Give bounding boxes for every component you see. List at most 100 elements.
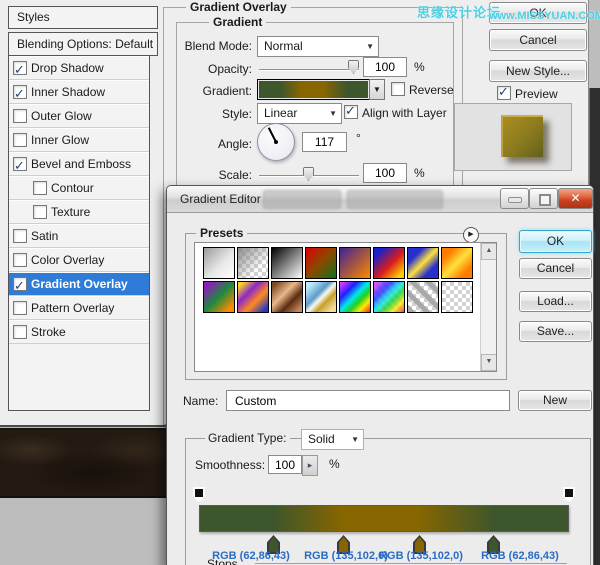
- gradient-preset-swatch[interactable]: [271, 281, 303, 313]
- gradient-type-dropdown[interactable]: Solid ▼: [301, 429, 364, 450]
- load-button[interactable]: Load...: [519, 291, 592, 312]
- spinner-arrow-icon: ▸: [307, 460, 313, 470]
- gradient-preset-swatch[interactable]: [203, 247, 235, 279]
- style-item-outer-glow[interactable]: Outer Glow: [9, 104, 149, 128]
- gradient-preset-swatch[interactable]: [203, 281, 235, 313]
- bevel-emboss-checkbox[interactable]: [13, 155, 27, 177]
- inner-glow-checkbox[interactable]: [13, 133, 27, 147]
- drop-shadow-checkbox[interactable]: [13, 59, 27, 81]
- contour-checkbox[interactable]: [33, 181, 47, 195]
- angle-dial[interactable]: [257, 123, 295, 161]
- opacity-stop-swatch: [565, 489, 573, 497]
- cancel-button[interactable]: Cancel: [489, 29, 587, 51]
- blend-mode-dropdown[interactable]: Normal ▼: [257, 36, 379, 57]
- minimize-button[interactable]: [500, 188, 529, 209]
- gradient-preset-swatch[interactable]: [407, 247, 439, 279]
- save-button[interactable]: Save...: [519, 321, 592, 342]
- gradient-swatch[interactable]: [257, 79, 370, 100]
- preview-checkbox[interactable]: [497, 84, 511, 100]
- opacity-stop-left[interactable]: [193, 487, 205, 503]
- smoothness-spinner-button[interactable]: ▸: [302, 455, 318, 476]
- maximize-button[interactable]: [529, 188, 558, 209]
- style-item-label: Drop Shadow: [31, 61, 104, 75]
- gradient-overlay-checkbox[interactable]: [13, 275, 27, 297]
- scale-input[interactable]: [363, 163, 407, 183]
- gradient-preset-swatch[interactable]: [441, 281, 473, 313]
- presets-listbox: ▲ ▼: [194, 242, 497, 372]
- opacity-stop-right[interactable]: [563, 487, 575, 503]
- blend-mode-label: Blend Mode:: [184, 39, 252, 53]
- align-with-layer-checkbox[interactable]: [344, 103, 358, 119]
- presets-menu-button[interactable]: ▶: [463, 227, 479, 243]
- new-style-button[interactable]: New Style...: [489, 60, 587, 82]
- blend-mode-value: Normal: [264, 39, 303, 53]
- blending-options-row[interactable]: Blending Options: Default: [8, 32, 158, 56]
- editor-cancel-button[interactable]: Cancel: [519, 258, 592, 279]
- style-item-bevel-emboss[interactable]: Bevel and Emboss: [9, 152, 149, 177]
- flyout-menu-icon: ▶: [468, 231, 474, 238]
- gradient-preset-swatch[interactable]: [339, 247, 371, 279]
- gradient-preset-swatch[interactable]: [237, 247, 269, 279]
- gradient-preset-swatch[interactable]: [373, 247, 405, 279]
- style-item-inner-glow[interactable]: Inner Glow: [9, 128, 149, 152]
- new-button[interactable]: New: [518, 390, 592, 411]
- maximize-icon: [539, 194, 551, 206]
- gradient-preset-swatch[interactable]: [237, 281, 269, 313]
- angle-input[interactable]: [302, 132, 347, 152]
- scroll-down-button[interactable]: ▼: [481, 354, 496, 371]
- blending-options-label: Blending Options: Default: [17, 37, 154, 51]
- editor-cancel-label: Cancel: [536, 261, 575, 275]
- gradient-editor-titlebar[interactable]: Gradient Editor ✕: [167, 186, 593, 213]
- gradient-preset-swatch[interactable]: [407, 281, 439, 313]
- gradient-preset-swatch[interactable]: [373, 281, 405, 313]
- smoothness-input[interactable]: [268, 455, 302, 474]
- gradient-editor-bar[interactable]: [199, 505, 569, 532]
- opacity-slider-track[interactable]: [259, 69, 359, 71]
- opacity-input[interactable]: [363, 57, 407, 77]
- satin-checkbox[interactable]: [13, 229, 27, 243]
- style-item-inner-shadow[interactable]: Inner Shadow: [9, 80, 149, 105]
- gradient-picker-arrow-button[interactable]: ▼: [369, 79, 385, 100]
- pattern-overlay-checkbox[interactable]: [13, 301, 27, 315]
- style-item-label: Contour: [51, 181, 94, 195]
- gradient-type-label: Gradient Type:: [205, 431, 290, 445]
- presets-scrollbar[interactable]: ▲ ▼: [480, 243, 496, 371]
- stroke-checkbox[interactable]: [13, 325, 27, 339]
- gradient-preset-swatch[interactable]: [271, 247, 303, 279]
- style-item-label: Color Overlay: [31, 253, 105, 267]
- style-item-contour[interactable]: Contour: [9, 176, 149, 200]
- outer-glow-checkbox[interactable]: [13, 109, 27, 123]
- minimize-icon: [508, 197, 522, 203]
- texture-checkbox[interactable]: [33, 205, 47, 219]
- close-icon: ✕: [570, 191, 581, 205]
- style-item-drop-shadow[interactable]: Drop Shadow: [9, 56, 149, 81]
- style-item-label: Texture: [51, 205, 91, 219]
- ghost-button-1: [263, 190, 341, 209]
- gradient-preset-swatch[interactable]: [305, 247, 337, 279]
- name-input[interactable]: [226, 390, 510, 411]
- style-item-satin[interactable]: Satin: [9, 224, 149, 248]
- gradient-preset-swatch[interactable]: [339, 281, 371, 313]
- chevron-down-icon: ▼: [373, 85, 381, 94]
- load-button-label: Load...: [537, 294, 574, 308]
- color-overlay-checkbox[interactable]: [13, 253, 27, 267]
- gradient-type-value: Solid: [308, 432, 335, 446]
- style-dropdown[interactable]: Linear ▼: [257, 103, 342, 124]
- style-item-label: Outer Glow: [31, 109, 92, 123]
- chevron-down-icon: ▼: [351, 435, 359, 444]
- scroll-up-button[interactable]: ▲: [481, 243, 496, 260]
- close-button[interactable]: ✕: [558, 188, 593, 209]
- gradient-preset-swatch[interactable]: [441, 247, 473, 279]
- editor-ok-button[interactable]: OK: [519, 230, 592, 253]
- inner-shadow-checkbox[interactable]: [13, 83, 27, 105]
- style-item-color-overlay[interactable]: Color Overlay: [9, 248, 149, 272]
- style-label: Style:: [221, 107, 252, 121]
- gradient-preset-swatch[interactable]: [305, 281, 337, 313]
- reverse-checkbox[interactable]: [391, 82, 405, 96]
- style-item-gradient-overlay[interactable]: Gradient Overlay: [9, 272, 149, 297]
- style-item-texture[interactable]: Texture: [9, 200, 149, 224]
- style-value: Linear: [264, 106, 298, 120]
- new-style-button-label: New Style...: [505, 64, 571, 78]
- style-item-stroke[interactable]: Stroke: [9, 320, 149, 344]
- style-item-pattern-overlay[interactable]: Pattern Overlay: [9, 296, 149, 320]
